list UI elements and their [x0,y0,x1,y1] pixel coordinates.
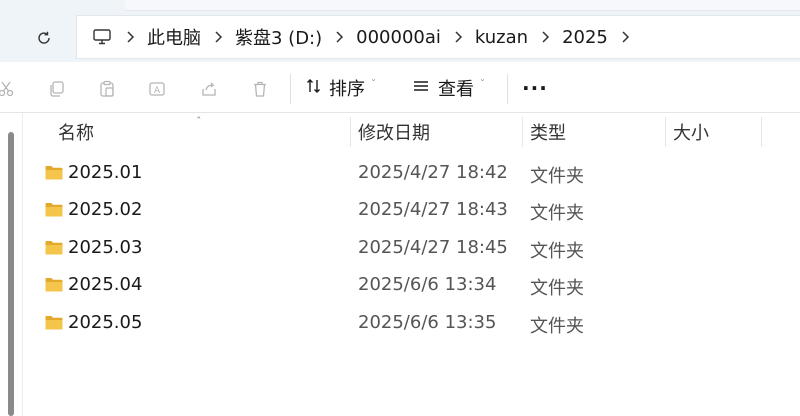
more-options-button[interactable]: ··· [522,76,548,100]
column-name[interactable]: 名称 [58,113,94,151]
chevron-right-icon[interactable] [322,30,356,44]
column-divider[interactable] [350,117,351,147]
file-name: 2025.01 [68,162,143,183]
file-type: 文件夹 [530,278,584,299]
file-name: 2025.05 [68,312,143,333]
file-row[interactable]: 2025.04 2025/6/6 13:34 文件夹 [22,267,800,304]
file-name: 2025.02 [68,199,143,220]
copy-icon[interactable] [47,79,67,99]
refresh-button[interactable] [30,24,58,52]
breadcrumb-drive[interactable]: 紫盘3 (D:) [235,24,322,50]
paste-icon[interactable] [97,79,117,99]
column-header: ˆ 名称 修改日期 类型 大小 [0,113,800,151]
delete-icon[interactable] [250,79,270,99]
file-name: 2025.04 [68,274,143,295]
chevron-down-icon: ˇ [480,78,485,90]
breadcrumb-folder-kuzan[interactable]: kuzan [475,27,528,48]
folder-icon [45,166,63,180]
chevron-right-icon[interactable] [528,30,562,44]
file-name: 2025.03 [68,237,143,258]
chevron-right-icon[interactable] [201,30,235,44]
column-size[interactable]: 大小 [673,113,709,151]
folder-icon [45,241,63,255]
toolbar-divider [290,74,291,104]
column-divider[interactable] [522,117,523,147]
chevron-up-icon: ˆ [196,115,202,128]
navigation-scrollbar[interactable] [8,132,14,416]
breadcrumb-folder-ai[interactable]: 000000ai [356,27,441,48]
sort-label: 排序 [329,79,365,100]
chevron-right-icon[interactable] [441,30,475,44]
computer-icon[interactable] [91,26,113,48]
tab-strip [125,0,800,11]
view-label: 查看 [438,79,474,100]
view-icon [412,77,430,99]
file-type: 文件夹 [530,166,584,187]
address-bar[interactable]: 此电脑 紫盘3 (D:) 000000ai kuzan 2025 [76,15,800,59]
file-row[interactable]: 2025.05 2025/6/6 13:35 文件夹 [22,305,800,342]
file-date: 2025/4/27 18:42 [358,162,508,183]
file-row[interactable]: 2025.02 2025/4/27 18:43 文件夹 [22,192,800,229]
column-date-label: 修改日期 [358,123,430,144]
file-date: 2025/4/27 18:45 [358,237,508,258]
file-type: 文件夹 [530,241,584,262]
column-size-label: 大小 [673,123,709,144]
column-type[interactable]: 类型 [530,113,566,151]
column-divider[interactable] [665,117,666,147]
folder-icon [45,203,63,217]
command-bar: A 排序 ˇ 查看 ˇ ··· [0,62,800,113]
cut-icon[interactable] [0,79,16,99]
view-button[interactable]: 查看 ˇ [412,76,485,100]
chevron-right-icon[interactable] [113,30,147,44]
file-type: 文件夹 [530,203,584,224]
sort-button[interactable]: 排序 ˇ [305,76,376,100]
toolbar-divider [507,74,508,104]
breadcrumb-this-pc[interactable]: 此电脑 [147,24,201,50]
file-date: 2025/6/6 13:35 [358,312,497,333]
column-name-label: 名称 [58,123,94,144]
breadcrumb-folder-2025[interactable]: 2025 [562,27,608,48]
folder-icon [45,278,63,292]
folder-icon [45,316,63,330]
column-type-label: 类型 [530,123,566,144]
file-date: 2025/6/6 13:34 [358,274,497,295]
svg-text:A: A [154,86,161,96]
file-date: 2025/4/27 18:43 [358,199,508,220]
column-divider[interactable] [761,117,762,147]
file-row[interactable]: 2025.01 2025/4/27 18:42 文件夹 [22,155,800,192]
sort-icon [305,77,323,99]
file-row[interactable]: 2025.03 2025/4/27 18:45 文件夹 [22,230,800,267]
file-type: 文件夹 [530,316,584,337]
refresh-icon [38,31,50,44]
rename-icon[interactable]: A [147,79,167,99]
chevron-down-icon: ˇ [371,78,376,90]
column-date[interactable]: 修改日期 [358,113,430,151]
share-icon[interactable] [199,79,219,99]
chevron-right-icon[interactable] [608,30,642,44]
